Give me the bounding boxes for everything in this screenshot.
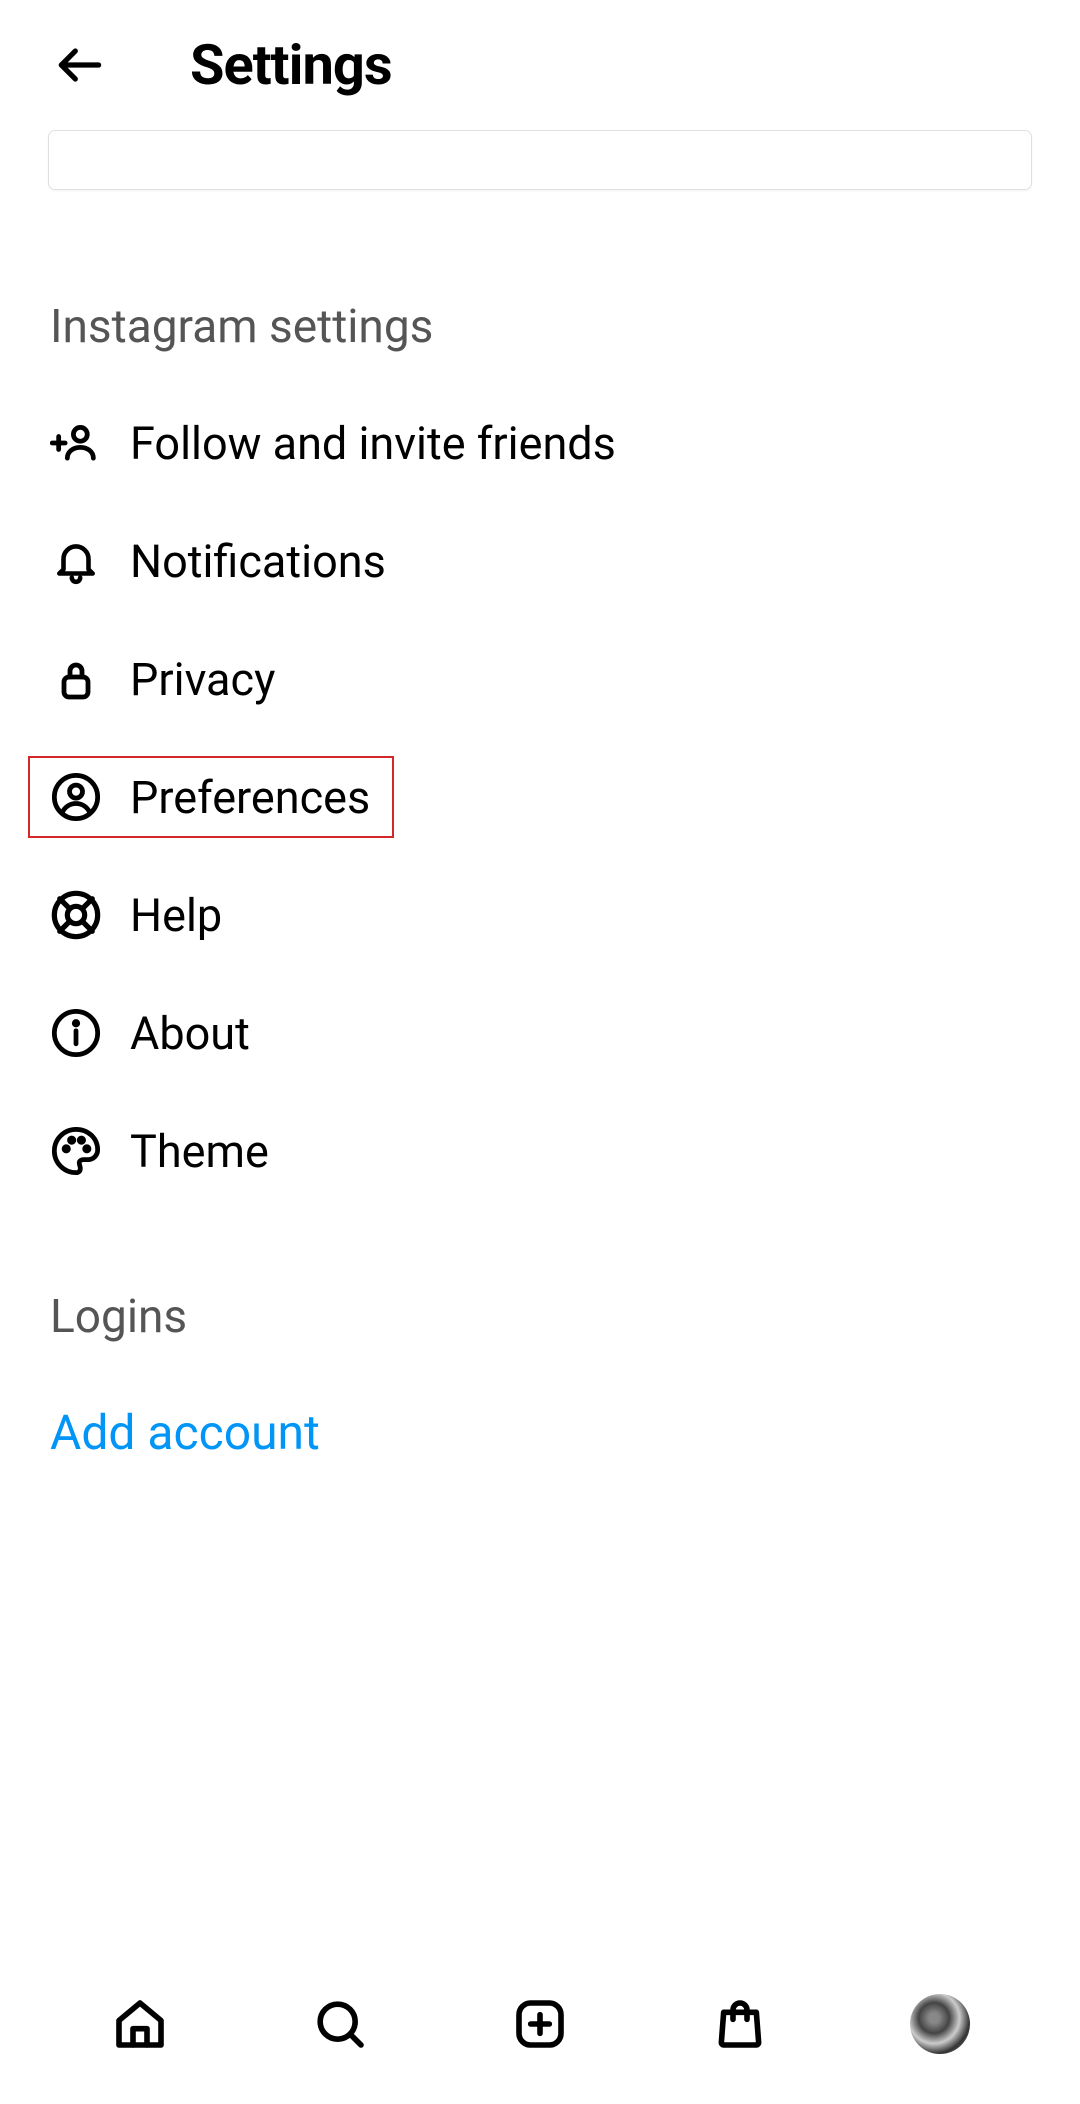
settings-item-label: Theme (130, 1125, 269, 1178)
settings-item-label: About (130, 1007, 250, 1060)
avatar-icon (910, 1994, 970, 2054)
lock-icon (50, 653, 102, 705)
home-icon (112, 1996, 168, 2052)
settings-item-about[interactable]: About (50, 974, 1030, 1092)
header-bar: Settings (0, 0, 1080, 130)
settings-item-privacy[interactable]: Privacy (50, 620, 1030, 738)
settings-item-label: Preferences (130, 771, 370, 824)
card-stub (48, 130, 1032, 190)
nav-search[interactable] (310, 1994, 370, 2054)
nav-create[interactable] (510, 1994, 570, 2054)
nav-home[interactable] (110, 1994, 170, 2054)
add-account-label: Add account (50, 1404, 320, 1461)
settings-item-follow-invite[interactable]: Follow and invite friends (50, 384, 1030, 502)
settings-item-help[interactable]: Help (50, 856, 1030, 974)
nav-profile[interactable] (910, 1994, 970, 2054)
person-circle-icon (50, 771, 102, 823)
palette-icon (50, 1125, 102, 1177)
page-title: Settings (190, 32, 392, 98)
settings-item-theme[interactable]: Theme (50, 1092, 1030, 1210)
settings-item-label: Privacy (130, 653, 275, 706)
arrow-left-icon (52, 37, 108, 93)
settings-item-preferences[interactable]: Preferences (50, 738, 1030, 856)
search-icon (312, 1996, 368, 2052)
lifebuoy-icon (50, 889, 102, 941)
add-person-icon (50, 417, 102, 469)
section-header-instagram-settings: Instagram settings (0, 200, 1080, 384)
shopping-bag-icon (712, 1996, 768, 2052)
nav-shop[interactable] (710, 1994, 770, 2054)
add-account-button[interactable]: Add account (0, 1354, 1080, 1471)
section-header-logins: Logins (0, 1210, 1080, 1354)
settings-list: Follow and invite friends Notifications … (0, 384, 1080, 1210)
info-icon (50, 1007, 102, 1059)
bell-icon (50, 535, 102, 587)
back-button[interactable] (50, 35, 110, 95)
settings-item-label: Help (130, 889, 222, 942)
plus-square-icon (512, 1996, 568, 2052)
settings-item-label: Follow and invite friends (130, 417, 616, 470)
bottom-nav (0, 1974, 1080, 2104)
settings-item-notifications[interactable]: Notifications (50, 502, 1030, 620)
settings-item-label: Notifications (130, 535, 386, 588)
